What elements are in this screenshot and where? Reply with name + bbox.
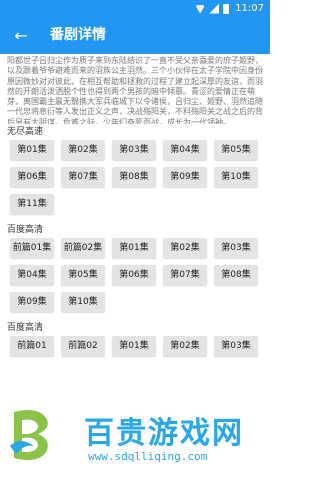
episode-grid: 前篇01集 前篇02集 第01集 第02集 第03集 第04集 第05集 第06… [0,238,266,312]
episode-button[interactable]: 第04集 [10,265,54,285]
episode-button[interactable]: 第01集 [112,238,156,258]
episode-button[interactable]: 前篇02 [61,336,105,356]
source-title: 无尽高速 [7,127,44,137]
episode-button[interactable]: 第08集 [112,167,156,187]
episode-grid: 第01集 第02集 第03集 第04集 第05集 第06集 第07集 第08集 … [0,140,266,214]
episode-button[interactable]: 第07集 [61,167,105,187]
episode-button[interactable]: 第06集 [10,167,54,187]
back-arrow-icon[interactable]: ← [10,25,32,47]
episode-button[interactable]: 第05集 [214,140,258,160]
status-icons: 11:07 [195,0,264,17]
episode-button[interactable]: 第01集 [112,336,156,356]
wifi-icon [195,5,206,14]
battery-icon [223,3,230,14]
source-section: 无尽高速 第01集 第02集 第03集 第04集 第05集 第06集 第07集 … [0,124,270,214]
episode-button[interactable]: 第02集 [61,140,105,160]
source-section: 百度高清 前篇01 前篇02 第01集 第02集 第03集 [0,320,270,356]
watermark-title: 百贵游戏网 [84,416,244,451]
episode-button[interactable]: 第02集 [163,336,207,356]
episode-button[interactable]: 第03集 [214,336,258,356]
source-title: 百度高清 [7,323,44,333]
episode-button[interactable]: 前篇02集 [61,238,105,258]
episode-button[interactable]: 第08集 [214,265,258,285]
episode-button[interactable]: 第10集 [214,167,258,187]
logo-icon [10,410,48,460]
episode-button[interactable]: 第02集 [163,238,207,258]
source-title: 百度高清 [7,225,44,235]
episode-button[interactable]: 前篇01集 [10,238,54,258]
episode-button[interactable]: 第03集 [214,238,258,258]
toolbar: ← 番剧详情 [0,17,270,54]
source-section: 百度高清 前篇01集 前篇02集 第01集 第02集 第03集 第04集 第05… [0,222,270,312]
episode-button[interactable]: 第03集 [112,140,156,160]
episode-button[interactable]: 第09集 [10,292,54,312]
watermark-url: www.sdqlliqing.com [88,450,208,463]
page-title: 番剧详情 [50,27,106,43]
episode-button[interactable]: 第01集 [10,140,54,160]
status-time: 11:07 [235,3,264,14]
episode-button[interactable]: 前篇01 [10,336,54,356]
episode-button[interactable]: 第04集 [163,140,207,160]
episode-grid: 前篇01 前篇02 第01集 第02集 第03集 [0,336,266,356]
status-bar: 11:07 [0,0,270,17]
episode-button[interactable]: 第09集 [163,167,207,187]
episode-button[interactable]: 第10集 [61,292,105,312]
episode-button[interactable]: 第05集 [61,265,105,285]
episode-button[interactable]: 第11集 [10,194,54,214]
synopsis-text: 阳都世子吕归尘作为质子来到东陆结识了一直不受父亲喜爱的庶子姬野，以及跟着爷爷避难… [7,56,263,124]
episode-button[interactable]: 第06集 [112,265,156,285]
signal-icon [209,3,220,14]
watermark: 百贵游戏网 www.sdqlliqing.com [0,400,270,480]
episode-button[interactable]: 第07集 [163,265,207,285]
